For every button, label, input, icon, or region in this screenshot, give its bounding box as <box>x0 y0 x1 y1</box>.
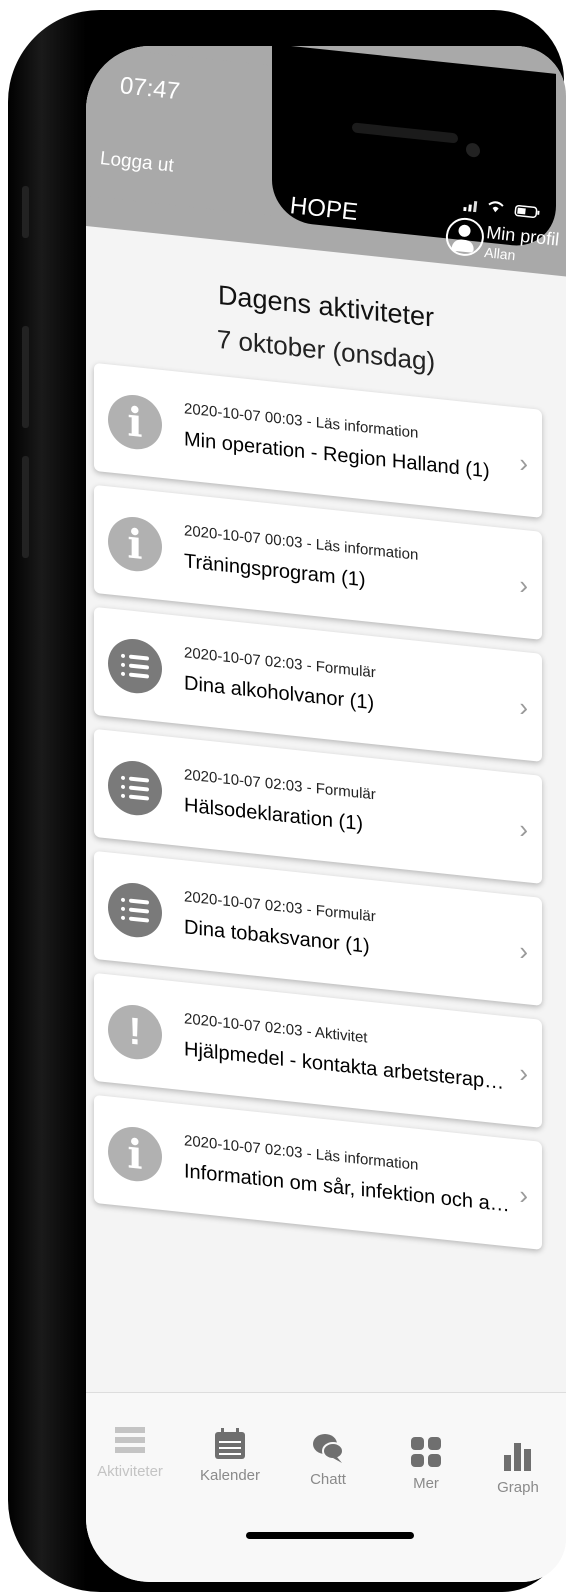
activity-title: Min operation - Region Halland (1) <box>184 428 490 483</box>
phone-frame: 07:47 Logga ut HOPE Min profil Allan Dag… <box>8 10 566 1592</box>
home-indicator[interactable] <box>246 1532 414 1539</box>
activity-title: Dina tobaksvanor (1) <box>184 916 370 958</box>
chevron-right-icon: › <box>519 935 528 967</box>
activity-title: Dina alkoholvanor (1) <box>184 672 375 715</box>
tab-mer[interactable]: Mer <box>386 1435 466 1492</box>
chat-icon <box>311 1431 345 1465</box>
tab-aktiviteter[interactable]: Aktiviteter <box>90 1423 170 1480</box>
calendar-icon <box>213 1427 247 1461</box>
activity-title: Träningsprogram (1) <box>184 550 366 592</box>
form-list-icon <box>108 636 162 696</box>
tab-chatt[interactable]: Chatt <box>288 1431 368 1488</box>
info-icon: i <box>108 514 162 574</box>
chevron-right-icon: › <box>519 569 528 601</box>
activity-title: Information om sår, infektion och aller.… <box>184 1160 510 1218</box>
app-screen: 07:47 Logga ut HOPE Min profil Allan Dag… <box>86 46 566 1582</box>
info-icon: i <box>108 1124 162 1184</box>
exclamation-icon: ! <box>108 1002 162 1062</box>
info-icon: i <box>108 392 162 452</box>
tab-kalender[interactable]: Kalender <box>190 1427 270 1484</box>
mute-switch <box>22 186 29 238</box>
chevron-right-icon: › <box>519 1057 528 1089</box>
activity-title: Hjälpmedel - kontakta arbetsterapeut ... <box>184 1038 510 1096</box>
tab-label: Aktiviteter <box>97 1463 163 1480</box>
chevron-right-icon: › <box>519 447 528 479</box>
tab-label: Kalender <box>199 1467 261 1484</box>
form-list-icon <box>108 880 162 940</box>
grid-icon <box>409 1435 443 1469</box>
volume-down-button <box>22 456 29 558</box>
bar-chart-icon <box>501 1439 535 1473</box>
tab-label: Chatt <box>310 1471 346 1488</box>
form-list-icon <box>108 758 162 818</box>
chevron-right-icon: › <box>519 691 528 723</box>
bottom-tab-bar: Aktiviteter Kalender Chatt Mer Graph <box>86 1392 566 1582</box>
volume-up-button <box>22 326 29 428</box>
tab-graph[interactable]: Graph <box>478 1439 558 1496</box>
activities-icon <box>113 1423 147 1457</box>
tab-label: Graph <box>497 1479 539 1496</box>
chevron-right-icon: › <box>519 1179 528 1211</box>
activity-title: Hälsodeklaration (1) <box>184 794 363 836</box>
tab-label: Mer <box>413 1475 439 1492</box>
chevron-right-icon: › <box>519 813 528 845</box>
main-content: Dagens aktiviteter 7 oktober (onsdag) i … <box>86 46 566 1582</box>
